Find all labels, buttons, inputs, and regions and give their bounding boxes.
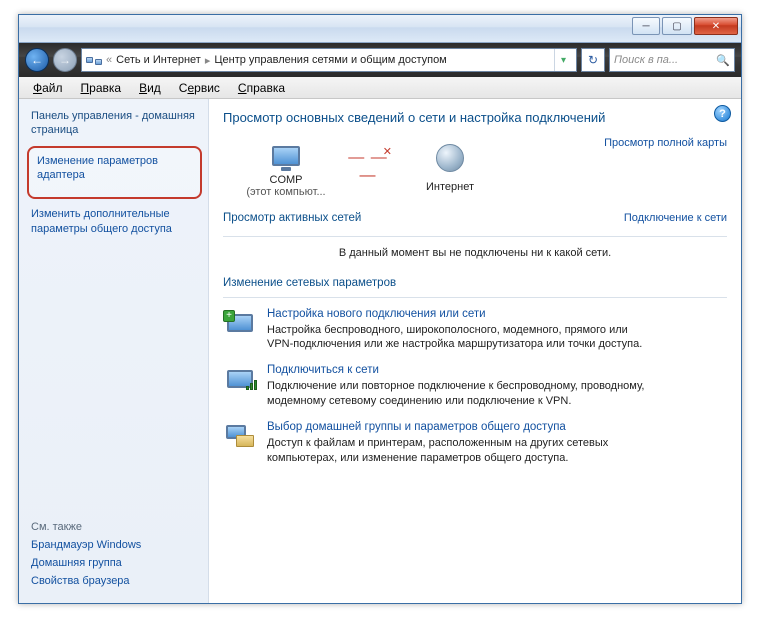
maximize-button[interactable]: ▢ [662,17,692,35]
task-new-connection[interactable]: + Настройка нового подключения или сети … [223,308,727,353]
connection-broken-icon: — — — [345,149,391,185]
internet-label: Интернет [405,181,495,193]
minimize-button[interactable]: ─ [632,17,660,35]
menu-service[interactable]: Сервис [171,79,228,97]
sidebar-firewall-link[interactable]: Брандмауэр Windows [31,539,198,551]
sidebar: Панель управления - домашняя страница Из… [19,99,209,603]
explorer-window: ─ ▢ ✕ ← → « Сеть и Интернет ▸ Центр упра… [18,14,742,604]
menu-file[interactable]: Файл [25,79,71,97]
back-button[interactable]: ← [25,48,49,72]
menu-edit[interactable]: Правка [73,79,130,97]
task-new-connection-desc: Настройка беспроводного, широкополосного… [267,323,657,353]
computer-icon [266,137,306,171]
page-heading: Просмотр основных сведений о сети и наст… [223,109,643,127]
connect-icon [223,364,257,394]
search-input[interactable]: Поиск в па... 🔍 [609,48,735,72]
active-networks-title: Просмотр активных сетей [223,212,361,224]
crumb-network[interactable]: Сеть и Интернет [116,54,201,66]
close-button[interactable]: ✕ [694,17,738,35]
chevron-right-icon: ▸ [205,54,211,67]
help-icon[interactable]: ? [714,105,731,122]
sidebar-home-link[interactable]: Панель управления - домашняя страница [31,109,198,138]
menu-help[interactable]: Справка [230,79,293,97]
map-internet[interactable]: Интернет [405,142,495,193]
highlight-annotation: Изменение параметров адаптера [27,146,202,200]
search-icon: 🔍 [716,54,730,67]
breadcrumb-box[interactable]: « Сеть и Интернет ▸ Центр управления сет… [81,48,577,72]
task-connect-desc: Подключение или повторное подключение к … [267,379,657,409]
menu-bar: Файл Правка Вид Сервис Справка [19,77,741,99]
crumb-sep: « [106,54,112,66]
task-homegroup-link[interactable]: Выбор домашней группы и параметров общег… [267,421,657,433]
connect-network-link[interactable]: Подключение к сети [624,212,727,224]
search-placeholder: Поиск в па... [614,54,678,66]
task-new-connection-link[interactable]: Настройка нового подключения или сети [267,308,657,320]
change-settings-title: Изменение сетевых параметров [223,277,727,289]
see-also-label: См. также [31,521,198,533]
refresh-button[interactable]: ↻ [581,48,605,72]
full-map-link[interactable]: Просмотр полной карты [604,137,727,149]
sidebar-homegroup-link[interactable]: Домашняя группа [31,557,198,569]
crumb-sharing-center[interactable]: Центр управления сетями и общим доступом [214,54,446,66]
address-bar: ← → « Сеть и Интернет ▸ Центр управления… [19,43,741,77]
map-computer[interactable]: COMP (этот компьют... [241,137,331,198]
main-pane: ? Просмотр основных сведений о сети и на… [209,99,741,603]
computer-name: COMP [241,174,331,186]
menu-file-label: айл [42,81,62,95]
new-connection-icon: + [223,308,257,338]
task-connect-link[interactable]: Подключиться к сети [267,364,657,376]
sidebar-adapter-link[interactable]: Изменение параметров адаптера [37,154,192,184]
address-dropdown[interactable]: ▾ [554,49,572,71]
divider [223,297,727,298]
sidebar-browser-link[interactable]: Свойства браузера [31,575,198,587]
forward-button[interactable]: → [53,48,77,72]
globe-icon [430,144,470,178]
task-homegroup[interactable]: Выбор домашней группы и параметров общег… [223,421,727,466]
network-icon [86,53,102,67]
menu-view[interactable]: Вид [131,79,169,97]
task-homegroup-desc: Доступ к файлам и принтерам, расположенн… [267,436,657,466]
task-connect[interactable]: Подключиться к сети Подключение или повт… [223,364,727,409]
no-network-text: В данный момент вы не подключены ни к ка… [223,247,727,259]
sidebar-advanced-link[interactable]: Изменить дополнительные параметры общего… [31,207,198,237]
computer-sub: (этот компьют... [241,186,331,198]
network-map: COMP (этот компьют... — — — Интернет [241,137,604,198]
divider [223,236,727,237]
homegroup-icon [223,421,257,451]
content-body: Панель управления - домашняя страница Из… [19,99,741,603]
window-titlebar: ─ ▢ ✕ [19,15,741,43]
